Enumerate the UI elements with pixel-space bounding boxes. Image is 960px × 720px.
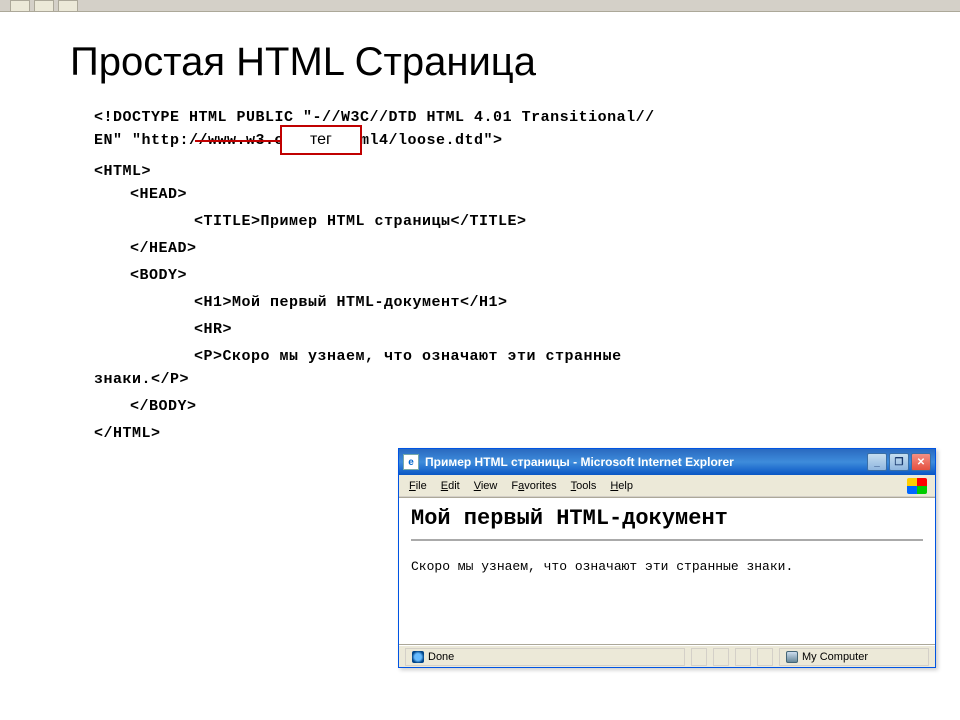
code-line-hr: <HR>: [94, 321, 930, 338]
ie-logo-icon: [903, 475, 931, 497]
close-button[interactable]: ✕: [911, 453, 931, 471]
menu-edit[interactable]: Edit: [441, 480, 460, 492]
ie-titlebar[interactable]: e Пример HTML страницы - Microsoft Inter…: [399, 449, 935, 475]
code-line-p2: знаки.</P>: [94, 371, 930, 388]
code-line-h1: <H1>Мой первый HTML-документ</H1>: [94, 294, 930, 311]
rendered-hr: [411, 539, 923, 541]
toolbar-icon[interactable]: [10, 0, 30, 12]
ie-window-title: Пример HTML страницы - Microsoft Interne…: [425, 455, 867, 469]
status-placeholder: [713, 648, 729, 666]
status-location-text: My Computer: [802, 651, 868, 663]
rendered-paragraph: Скоро мы узнаем, что означают эти странн…: [411, 559, 923, 574]
ie-menubar: File Edit View Favorites Tools Help: [399, 475, 935, 497]
status-placeholder: [691, 648, 707, 666]
code-line-html-open: <HTML>: [94, 163, 930, 180]
status-placeholder: [757, 648, 773, 666]
slide-title: Простая HTML Страница: [30, 40, 930, 85]
ie-browser-window: e Пример HTML страницы - Microsoft Inter…: [398, 448, 936, 668]
html-source-code: <!DOCTYPE HTML PUBLIC "-//W3C//DTD HTML …: [30, 109, 930, 442]
minimize-button[interactable]: _: [867, 453, 887, 471]
code-line-head-open: <HEAD>: [94, 186, 930, 203]
code-line-doctype: <!DOCTYPE HTML PUBLIC "-//W3C//DTD HTML …: [94, 109, 930, 126]
menu-help[interactable]: Help: [610, 480, 633, 492]
callout-connector: [195, 140, 280, 142]
callout-tag-label: тег: [280, 125, 362, 155]
ie-page-icon: e: [403, 454, 419, 470]
code-line-body-close: </BODY>: [94, 398, 930, 415]
page-icon: [412, 651, 424, 663]
ie-page-content: Мой первый HTML-документ Скоро мы узнаем…: [399, 497, 935, 645]
status-done: Done: [405, 648, 685, 666]
rendered-h1: Мой первый HTML-документ: [411, 506, 923, 531]
code-line-body-open: <BODY>: [94, 267, 930, 284]
status-done-text: Done: [428, 651, 454, 663]
maximize-button[interactable]: ❐: [889, 453, 909, 471]
ie-statusbar: Done My Computer: [399, 645, 935, 667]
code-line-html-close: </HTML>: [94, 425, 930, 442]
menu-view[interactable]: View: [474, 480, 498, 492]
menu-favorites[interactable]: Favorites: [511, 480, 556, 492]
code-line-p1: <P>Скоро мы узнаем, что означают эти стр…: [94, 348, 930, 365]
my-computer-icon: [786, 651, 798, 663]
menu-file[interactable]: File: [409, 480, 427, 492]
app-toolbar: [0, 0, 960, 12]
status-placeholder: [735, 648, 751, 666]
toolbar-icon[interactable]: [58, 0, 78, 12]
status-zone: My Computer: [779, 648, 929, 666]
menu-tools[interactable]: Tools: [571, 480, 597, 492]
toolbar-icon[interactable]: [34, 0, 54, 12]
code-line-head-close: </HEAD>: [94, 240, 930, 257]
code-line-title: <TITLE>Пример HTML страницы</TITLE>: [94, 213, 930, 230]
